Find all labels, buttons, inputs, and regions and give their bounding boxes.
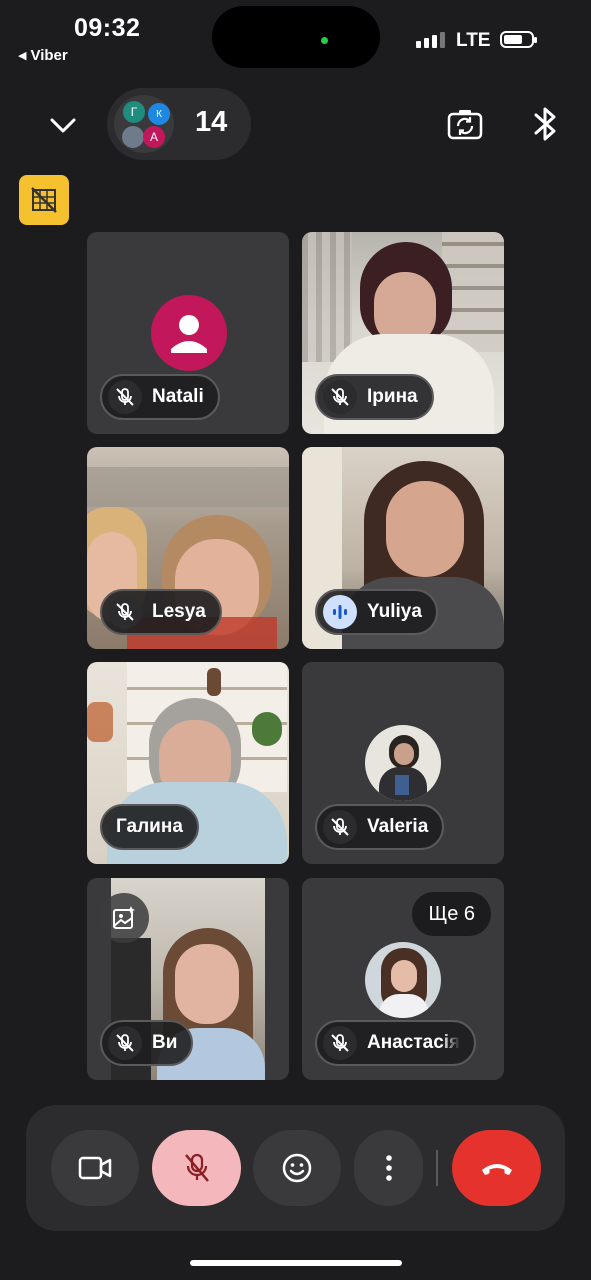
person-icon — [171, 315, 207, 353]
participant-tile[interactable]: Ще 6 Анастасія — [302, 878, 504, 1080]
mic-off-icon — [108, 595, 142, 629]
participant-count: 14 — [195, 106, 228, 138]
participant-name: Natali — [152, 386, 204, 407]
participant-name: Lesya — [152, 601, 206, 622]
back-to-app-link[interactable]: ◀ Viber — [18, 47, 68, 64]
end-call-button[interactable] — [452, 1130, 541, 1206]
mic-off-icon — [323, 1026, 357, 1060]
mute-toggle-button[interactable] — [152, 1130, 241, 1206]
self-view-tile[interactable]: Ви — [87, 878, 289, 1080]
smiley-icon — [282, 1153, 312, 1183]
home-indicator[interactable] — [190, 1260, 402, 1266]
avatar — [365, 725, 441, 801]
participant-tile[interactable]: Natali — [87, 232, 289, 434]
reactions-button[interactable] — [253, 1130, 341, 1206]
avatar — [151, 295, 227, 371]
participant-label: Ірина — [315, 374, 434, 420]
avatar — [365, 942, 441, 1018]
battery-icon — [500, 31, 537, 48]
more-options-button[interactable] — [354, 1130, 423, 1206]
chevron-down-icon[interactable] — [45, 108, 81, 144]
participant-label: Галина — [100, 804, 199, 850]
camera-toggle-button[interactable] — [51, 1130, 139, 1206]
participant-name: Галина — [116, 816, 183, 837]
speaking-indicator-icon — [323, 595, 357, 629]
participant-label: Yuliya — [315, 589, 438, 635]
more-vertical-icon — [385, 1155, 392, 1181]
participant-tile[interactable]: Yuliya — [302, 447, 504, 649]
no-video-grid-icon — [31, 187, 57, 213]
video-off-badge[interactable] — [19, 175, 69, 225]
participant-label: Natali — [100, 374, 220, 420]
participant-label: Анастасія — [315, 1020, 477, 1066]
back-app-label: Viber — [30, 47, 68, 64]
camera-in-use-indicator — [321, 37, 328, 44]
mini-avatar: Г — [123, 101, 145, 123]
network-type: LTE — [456, 30, 491, 51]
signal-strength-icon — [416, 32, 445, 48]
participant-tile[interactable]: Lesya — [87, 447, 289, 649]
participant-tile[interactable]: Ірина — [302, 232, 504, 434]
participant-tile[interactable]: Галина — [87, 662, 289, 864]
mic-off-icon — [323, 380, 357, 414]
participant-tile[interactable]: Valeria — [302, 662, 504, 864]
more-participants-button[interactable]: Ще 6 — [412, 892, 491, 936]
mini-avatar: А — [143, 126, 165, 148]
participant-name: Yuliya — [367, 601, 422, 622]
participant-label: Ви — [100, 1020, 194, 1066]
effects-button[interactable] — [99, 893, 149, 943]
participant-name: Valeria — [367, 816, 429, 837]
participants-avatar-cluster: Г К А — [114, 95, 174, 153]
mic-off-icon — [323, 810, 357, 844]
participant-name: Ірина — [367, 386, 418, 407]
mic-off-icon — [108, 380, 142, 414]
hang-up-icon — [481, 1164, 512, 1175]
dynamic-island — [212, 6, 380, 68]
mic-off-icon — [108, 1026, 142, 1060]
participant-name: Анастасія — [367, 1032, 461, 1053]
video-camera-icon — [78, 1156, 112, 1180]
mini-photo-avatar — [122, 126, 144, 148]
image-effects-icon — [113, 906, 135, 929]
mic-off-icon — [184, 1153, 209, 1182]
bluetooth-icon[interactable] — [528, 104, 562, 144]
mini-avatar: К — [148, 103, 170, 125]
switch-camera-icon[interactable] — [445, 104, 485, 144]
participant-label: Lesya — [100, 589, 222, 635]
participant-name: Ви — [152, 1032, 178, 1053]
back-triangle-icon: ◀ — [18, 50, 27, 62]
participant-label: Valeria — [315, 804, 445, 850]
controls-divider — [436, 1150, 438, 1186]
status-time: 09:32 — [74, 14, 141, 42]
